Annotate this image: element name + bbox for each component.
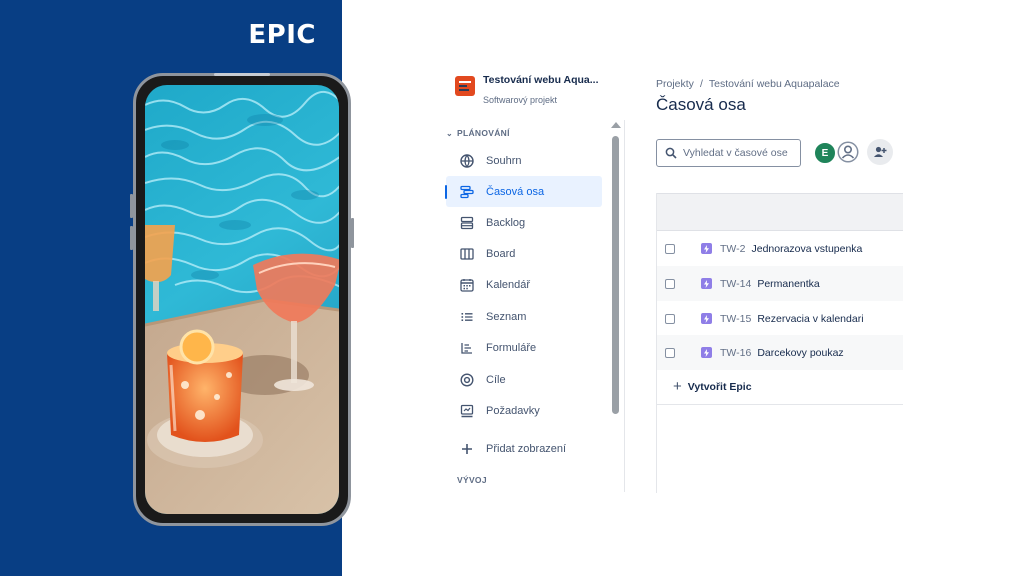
- breadcrumb-project-link[interactable]: Testování webu Aquapalace: [709, 78, 840, 90]
- phone-screen-photo: [145, 85, 339, 514]
- issue-summary[interactable]: Permanentka: [757, 278, 819, 290]
- sidebar-item-label: Board: [486, 247, 516, 260]
- phone-power-button: [351, 218, 354, 248]
- row-checkbox[interactable]: [665, 243, 675, 254]
- project-name: Testování webu Aqua...: [483, 74, 599, 86]
- issue-key[interactable]: TW-14: [720, 278, 751, 290]
- epic-lightning-icon: [701, 347, 712, 358]
- sidebar-item-label: Formuláře: [486, 341, 537, 354]
- project-sidebar: ⌄ PLÁNOVÁNÍ Souhrn Časová osa Backlog Boa…: [445, 120, 625, 492]
- issue-key[interactable]: TW-15: [720, 313, 751, 325]
- avatar-unassigned[interactable]: [835, 139, 861, 165]
- epic-row[interactable]: TW-15 Rezervacia v kalendari: [657, 301, 903, 336]
- epic-row[interactable]: TW-14 Permanentka: [657, 266, 903, 301]
- scrollbar-thumb[interactable]: [612, 136, 619, 414]
- timeline-icon: [459, 184, 475, 200]
- epic-lightning-icon: [701, 278, 712, 289]
- banner-panel: EPIC: [0, 0, 354, 576]
- sidebar-item-pozadavky[interactable]: Požadavky: [446, 395, 602, 426]
- plus-icon: +: [673, 378, 682, 395]
- sidebar-item-label: Kalendář: [486, 278, 531, 291]
- board-icon: [459, 246, 475, 262]
- issue-summary[interactable]: Darcekovy poukaz: [757, 347, 843, 359]
- epic-row[interactable]: TW-16 Darcekovy poukaz: [657, 335, 903, 370]
- add-person-icon: [874, 146, 887, 157]
- breadcrumb: Projekty / Testování webu Aquapalace: [656, 78, 840, 90]
- backlog-icon: [459, 215, 475, 231]
- epic-lightning-icon: [701, 313, 712, 324]
- phone-side-button: [130, 226, 133, 250]
- calendar-icon: [459, 277, 475, 293]
- sidebar-item-label: Časová osa: [486, 185, 545, 198]
- forms-icon: [459, 340, 475, 356]
- breadcrumb-separator: /: [699, 78, 703, 90]
- sidebar-item-souhrn[interactable]: Souhrn: [446, 145, 602, 176]
- epic-row[interactable]: TW-2 Jednorazova vstupenka: [657, 231, 903, 266]
- add-people-button[interactable]: [867, 139, 893, 165]
- section-planning[interactable]: ⌄ PLÁNOVÁNÍ: [446, 128, 510, 138]
- plus-icon: [459, 441, 475, 457]
- sidebar-item-backlog[interactable]: Backlog: [446, 207, 602, 238]
- list-icon: [459, 309, 475, 325]
- sidebar-item-formulare[interactable]: Formuláře: [446, 332, 602, 363]
- row-checkbox[interactable]: [665, 347, 675, 358]
- issue-summary[interactable]: Jednorazova vstupenka: [751, 243, 862, 255]
- sidebar-item-seznam[interactable]: Seznam: [446, 301, 602, 332]
- sidebar-item-kalendar[interactable]: Kalendář: [446, 269, 602, 300]
- globe-icon: [459, 153, 475, 169]
- sidebar-item-label: Seznam: [486, 310, 527, 323]
- goals-icon: [459, 372, 475, 388]
- phone-speaker: [214, 73, 270, 76]
- project-header[interactable]: Testování webu Aqua... Softwarový projek…: [455, 72, 615, 112]
- sidebar-item-casova-osa[interactable]: Časová osa: [446, 176, 602, 207]
- page-title: Časová osa: [656, 95, 746, 114]
- issue-key[interactable]: TW-16: [720, 347, 751, 359]
- create-epic-label: Vytvořit Epic: [687, 380, 752, 393]
- cocktails-pool-photo: [145, 85, 339, 514]
- create-epic-button[interactable]: + Vytvořit Epic: [657, 369, 903, 405]
- row-checkbox[interactable]: [665, 278, 675, 289]
- add-view-button[interactable]: Přidat zobrazení: [446, 433, 602, 464]
- timeline-table-header: [657, 193, 903, 231]
- sidebar-item-board[interactable]: Board: [446, 238, 602, 269]
- row-checkbox[interactable]: [665, 313, 675, 324]
- sidebar-item-cile[interactable]: Cíle: [446, 364, 602, 395]
- phone-side-button: [130, 194, 133, 218]
- section-planning-label: PLÁNOVÁNÍ: [457, 128, 510, 138]
- requests-icon: [459, 403, 475, 419]
- banner-title: EPIC: [248, 20, 316, 50]
- breadcrumb-projects-link[interactable]: Projekty: [656, 78, 694, 90]
- search-icon: [665, 147, 677, 159]
- epic-lightning-icon: [701, 243, 712, 254]
- phone-mockup: [130, 73, 354, 526]
- section-development[interactable]: VÝVOJ: [457, 475, 487, 485]
- timeline-table: TW-2 Jednorazova vstupenka TW-14 Permane…: [656, 193, 903, 493]
- sidebar-scrollbar[interactable]: [609, 120, 621, 492]
- project-type: Softwarový projekt: [483, 95, 558, 105]
- timeline-search[interactable]: [656, 139, 801, 167]
- sidebar-item-label: Přidat zobrazení: [486, 442, 567, 455]
- sidebar-item-label: Cíle: [486, 373, 506, 386]
- search-input[interactable]: [683, 147, 799, 159]
- user-avatar-icon: [837, 141, 859, 163]
- sidebar-item-label: Souhrn: [486, 154, 522, 167]
- project-logo-icon: [455, 76, 475, 96]
- sidebar-item-label: Backlog: [486, 216, 526, 229]
- selected-indicator: [445, 185, 447, 199]
- issue-summary[interactable]: Rezervacia v kalendari: [757, 313, 863, 325]
- chevron-down-icon: ⌄: [446, 129, 454, 138]
- scroll-up-arrow-icon[interactable]: [611, 122, 621, 128]
- avatar-user-e[interactable]: E: [813, 141, 837, 165]
- sidebar-item-label: Požadavky: [486, 404, 540, 417]
- issue-key[interactable]: TW-2: [720, 243, 745, 255]
